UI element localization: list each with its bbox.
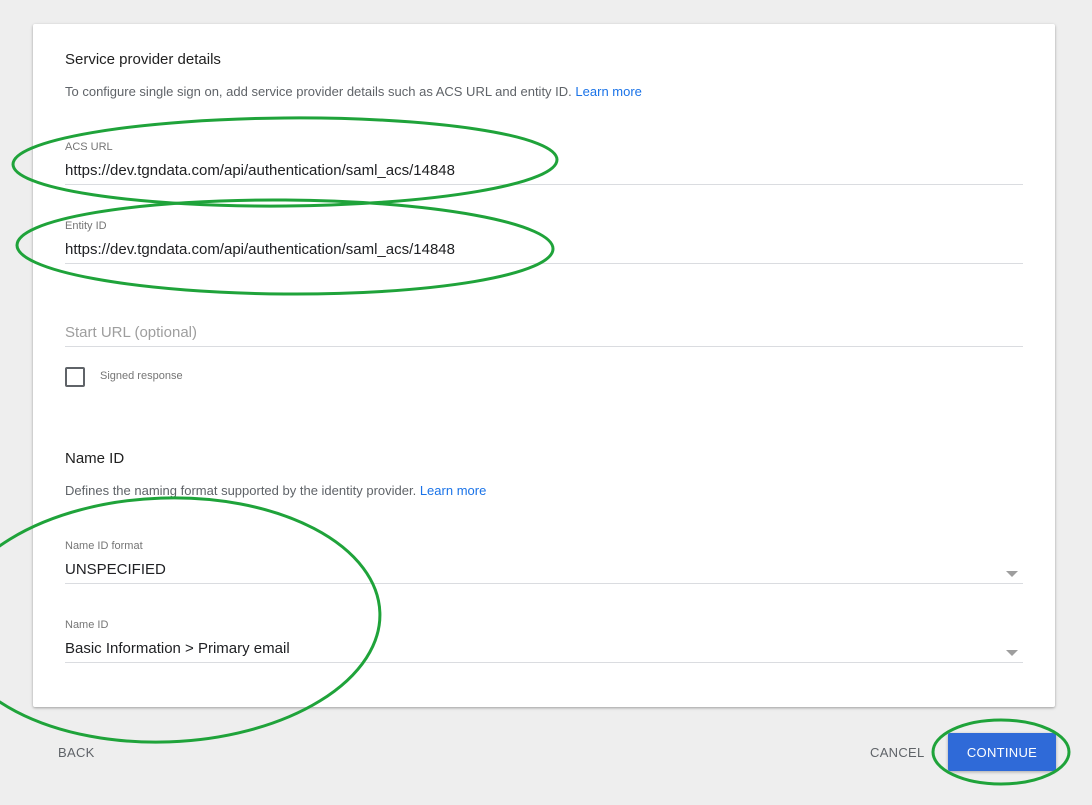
start-url-underline — [65, 346, 1023, 347]
name-id-value[interactable]: Basic Information > Primary email — [65, 640, 1023, 657]
name-id-format-label: Name ID format — [65, 540, 143, 552]
service-provider-card: Service provider details To configure si… — [33, 24, 1055, 707]
chevron-down-icon[interactable] — [1006, 650, 1018, 656]
acs-url-field[interactable]: ACS URL https://dev.tgndata.com/api/auth… — [65, 141, 1023, 185]
acs-url-underline — [65, 184, 1023, 185]
sp-learn-more-link[interactable]: Learn more — [575, 84, 641, 99]
name-id-format-value[interactable]: UNSPECIFIED — [65, 561, 1023, 578]
entity-id-underline — [65, 263, 1023, 264]
start-url-placeholder[interactable]: Start URL (optional) — [65, 324, 1023, 341]
name-id-format-underline — [65, 583, 1023, 584]
continue-button[interactable]: CONTINUE — [948, 733, 1056, 771]
name-id-description-text: Defines the naming format supported by t… — [65, 483, 417, 498]
service-provider-details-description: To configure single sign on, add service… — [65, 84, 642, 99]
start-url-field[interactable]: Start URL (optional) — [65, 324, 1023, 347]
name-id-format-dropdown[interactable]: Name ID format UNSPECIFIED — [65, 540, 1023, 584]
service-provider-details-title: Service provider details — [65, 51, 221, 68]
signed-response-checkbox[interactable] — [65, 367, 85, 387]
chevron-down-icon[interactable] — [1006, 571, 1018, 577]
back-button[interactable]: BACK — [58, 745, 95, 760]
entity-id-field[interactable]: Entity ID https://dev.tgndata.com/api/au… — [65, 220, 1023, 264]
name-id-underline — [65, 662, 1023, 663]
acs-url-label: ACS URL — [65, 141, 113, 153]
acs-url-value[interactable]: https://dev.tgndata.com/api/authenticati… — [65, 162, 1023, 179]
name-id-section-title: Name ID — [65, 450, 125, 467]
name-id-dropdown[interactable]: Name ID Basic Information > Primary emai… — [65, 619, 1023, 663]
entity-id-value[interactable]: https://dev.tgndata.com/api/authenticati… — [65, 241, 1023, 258]
entity-id-label: Entity ID — [65, 220, 107, 232]
name-id-section-description: Defines the naming format supported by t… — [65, 483, 486, 498]
name-id-label: Name ID — [65, 619, 109, 631]
sp-description-text: To configure single sign on, add service… — [65, 84, 572, 99]
name-id-learn-more-link[interactable]: Learn more — [420, 483, 486, 498]
cancel-button[interactable]: CANCEL — [870, 745, 925, 760]
signed-response-label: Signed response — [100, 370, 183, 382]
